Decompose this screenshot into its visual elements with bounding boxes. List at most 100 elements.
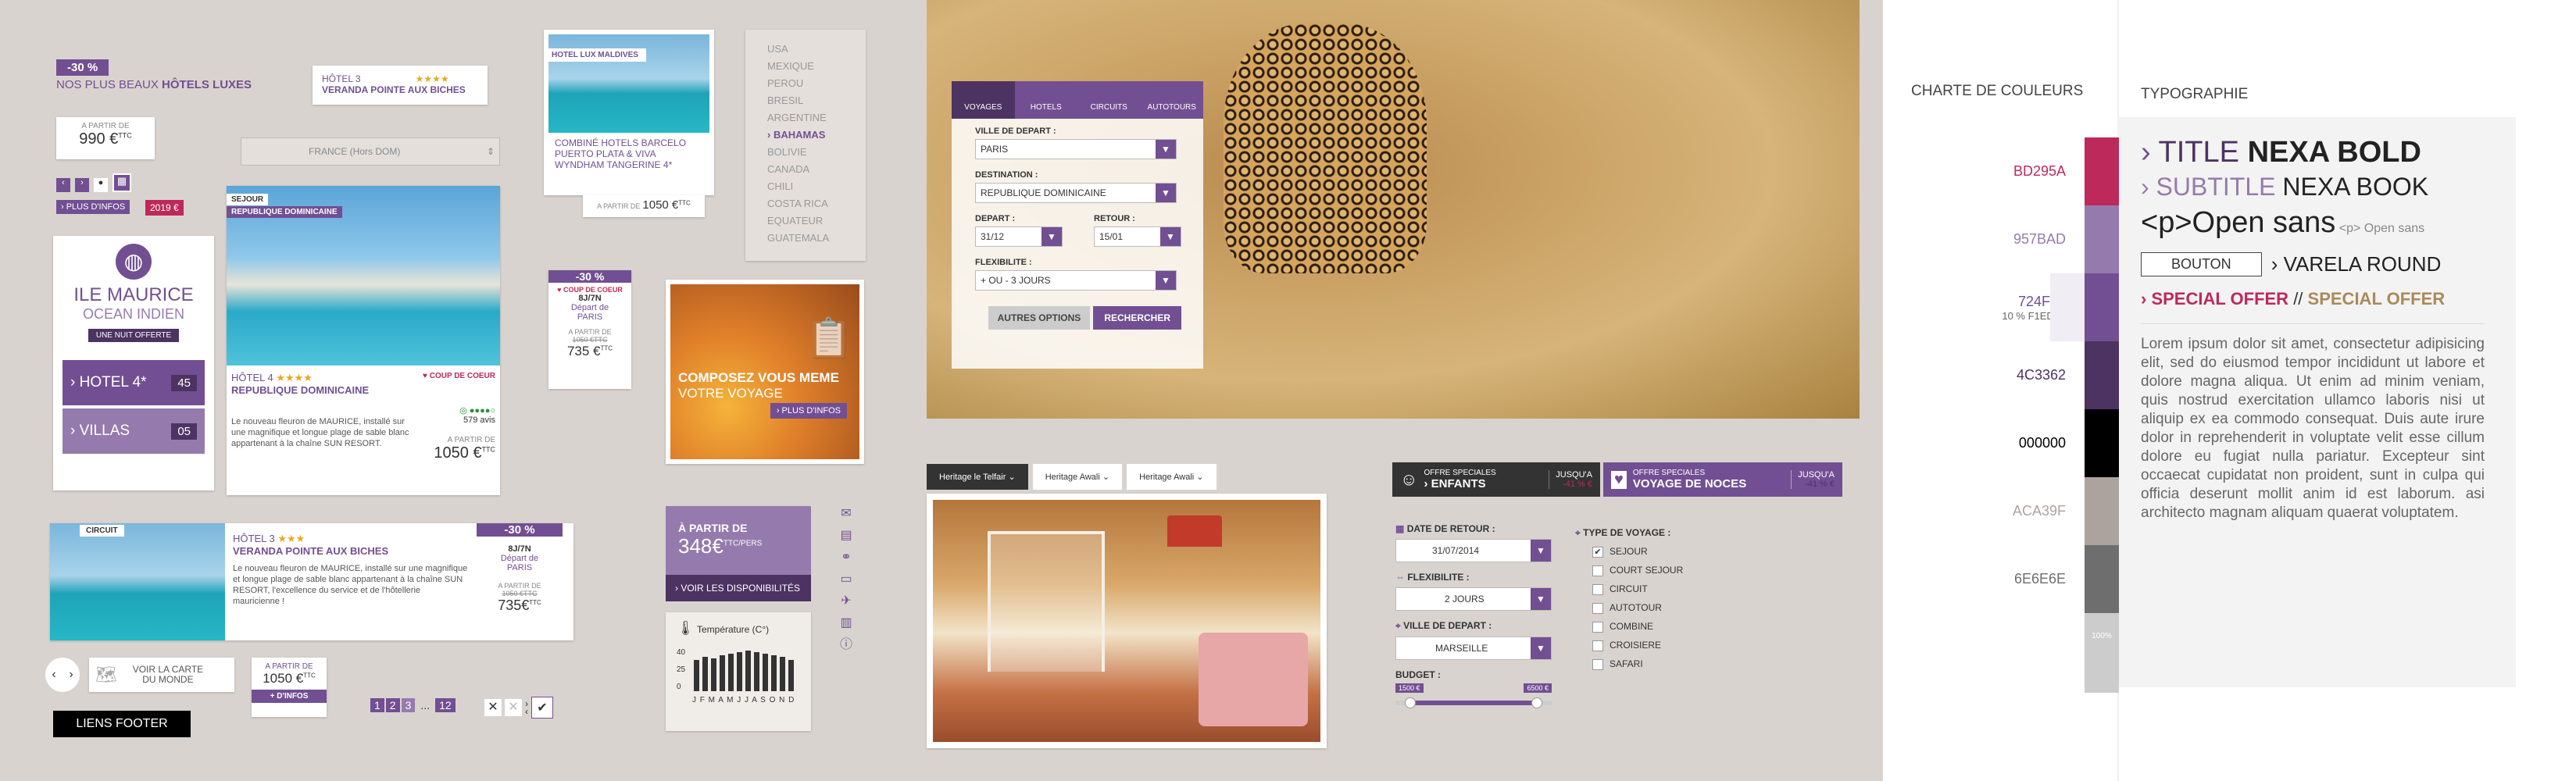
more-options-button[interactable]: AUTRES OPTIONS [988, 306, 1091, 330]
checkbox[interactable] [1592, 565, 1603, 576]
maurice-item-villas[interactable]: › VILLAS 05 [63, 408, 205, 454]
rating-card[interactable]: HÔTEL 3 ★★★★ VERANDA POINTE AUX BICHES [313, 66, 488, 105]
country-item[interactable]: ARGENTINE [767, 109, 844, 127]
country-item[interactable]: EQUATEUR [767, 212, 844, 230]
network-icon: ⚭ [841, 551, 852, 564]
country-select[interactable]: FRANCE (Hors DOM) ⇕ [241, 137, 500, 166]
chevron-left-icon[interactable]: ‹ [52, 668, 55, 682]
chevron-right-icon[interactable]: › [69, 668, 73, 682]
budget-slider[interactable]: 1500 € 6500 € [1395, 683, 1552, 715]
page-1[interactable]: 1 [370, 698, 384, 712]
trip-type-court-sejour[interactable]: COURT SEJOUR [1592, 561, 1683, 580]
tab-autotours[interactable]: AUTOTOURS [1140, 81, 1203, 119]
country-item[interactable]: CHILI [767, 178, 844, 195]
trip-type-croisiere[interactable]: CROISIERE [1592, 636, 1683, 654]
offer-children[interactable]: ☺ OFFRE SPECIALES › ENFANTS JUSQU'A -41 % … [1392, 462, 1600, 497]
chevron-updown-icon[interactable]: › ‹ [525, 699, 528, 716]
checkbox[interactable] [1592, 602, 1603, 614]
tab-hotels[interactable]: HOTELS [1014, 81, 1077, 119]
maurice-card[interactable]: ◍ ILE MAURICE OCEAN INDIEN UNE NUIT OFFE… [53, 236, 214, 490]
tab-voyages[interactable]: VOYAGES [952, 81, 1015, 119]
calendar-icon: ▦ [1395, 523, 1405, 534]
tab-circuits[interactable]: CIRCUITS [1077, 81, 1141, 119]
slider-handle-min[interactable] [1405, 697, 1416, 708]
tab-heritage-telfair[interactable]: Heritage le Telfair ⌄ [927, 464, 1028, 490]
country-item[interactable]: BOLIVIE [767, 144, 844, 161]
night-badge: UNE NUIT OFFERTE [88, 329, 180, 342]
checkbox-checked[interactable]: ✔ [1592, 546, 1603, 558]
document-icon: ▥ [840, 616, 852, 629]
trip-type-autotour[interactable]: AUTOTOUR [1592, 598, 1683, 617]
close-icon[interactable]: ✕ [484, 699, 502, 716]
availability-button[interactable]: › VOIR LES DISPONIBILITÉS [666, 575, 811, 601]
maldives-card[interactable]: HOTEL LUX MALDIVES COMBINÉ HOTELS BARCEL… [544, 30, 714, 195]
carousel-arrows[interactable]: ‹ › [45, 658, 80, 692]
filters-left: ▦ DATE DE RETOUR : 31/07/2014 ▼ ⇔ FLEXIBI… [1395, 523, 1552, 715]
swap-icon: ⇔ [1395, 572, 1405, 583]
checkbox[interactable] [1592, 658, 1603, 670]
color-swatches: BD295A 957BAD 724F92 10 % F1EDF4 4C3362 0… [1906, 137, 2119, 693]
search-panel: VOYAGES HOTELS CIRCUITS AUTOTOURS VILLE … [952, 81, 1203, 369]
country-item[interactable]: USA [767, 41, 844, 58]
trip-type-safari[interactable]: SAFARI [1592, 654, 1683, 673]
country-item[interactable]: COSTA RICA [767, 195, 844, 212]
maurice-item-hotel[interactable]: › HOTEL 4* 45 [63, 360, 205, 405]
destination-select[interactable]: REPUBLIQUE DOMINICAINE ▼ [975, 183, 1177, 203]
checkbox[interactable] [1592, 640, 1603, 651]
trip-type-sejour[interactable]: ✔ SEJOUR [1592, 542, 1683, 561]
wide-hotel-card[interactable]: CIRCUIT HÔTEL 3 ★★★ VERANDA POINTE AUX B… [50, 523, 573, 640]
slider-handle-max[interactable] [1531, 697, 1542, 708]
search-button[interactable]: RECHERCHER [1093, 306, 1181, 330]
flexibility-select[interactable]: + OU - 3 JOURS ▼ [975, 270, 1177, 291]
swatch-row: 100% [1906, 613, 2119, 693]
chevron-down-icon: ▼ [1041, 227, 1062, 246]
page-2[interactable]: 2 [385, 698, 400, 712]
check-icon[interactable]: ✔ [531, 697, 553, 719]
chevron-updown-icon: ⇕ [486, 146, 495, 157]
small-deal-card[interactable]: -30 % ♥ COUP DE COEUR 8J/7N Départ de PA… [548, 270, 631, 389]
offer-honeymoon[interactable]: ♥ OFFRE SPECIALES VOYAGE DE NOCES JUSQU'A… [1603, 462, 1842, 497]
trip-type-circuit[interactable]: CIRCUIT [1592, 580, 1683, 598]
return-date-input[interactable]: 15/01 ▼ [1094, 226, 1181, 247]
country-item[interactable]: BRESIL [767, 92, 844, 109]
swatch-row: 724F92 10 % F1EDF4 [1906, 273, 2119, 341]
country-item[interactable]: CANADA [767, 161, 844, 178]
tab-heritage-awali-2[interactable]: Heritage Awali ⌄ [1127, 464, 1217, 490]
trip-type-combine[interactable]: COMBINE [1592, 617, 1683, 636]
calendar-heart-icon: ♥ [1611, 470, 1627, 489]
tripadvisor-rating-icon: ◎ ●●●●○ [459, 406, 495, 415]
footer-links-button[interactable]: LIENS FOOTER [53, 711, 191, 737]
checkbox[interactable] [1592, 583, 1603, 595]
prev-icon[interactable]: ‹ [56, 178, 70, 192]
page-3[interactable]: 3 [401, 698, 416, 712]
swatch-row: ACA39F [1906, 477, 2119, 545]
close-icon[interactable]: ✕ [505, 699, 522, 716]
calendar-icon[interactable]: ▦ [113, 173, 131, 192]
return-date-field[interactable]: 31/07/2014 ▼ [1395, 539, 1552, 562]
sample-button[interactable]: BOUTON [2141, 252, 2262, 276]
hotel-tabs: Heritage le Telfair ⌄ Heritage Awali ⌄ H… [927, 464, 1217, 490]
info-button[interactable]: + D'INFOS [252, 690, 327, 703]
world-map-button[interactable]: 🗺 VOIR LA CARTE DU MONDE [89, 658, 234, 692]
compose-info-button[interactable]: › PLUS D'INFOS [770, 403, 847, 419]
small-price-card[interactable]: A PARTIR DE 1050 €TTC + D'INFOS [252, 658, 327, 717]
compose-card[interactable]: 📋 COMPOSEZ VOUS MEME VOTRE VOYAGE › PLUS… [666, 280, 864, 464]
checkbox[interactable] [1592, 621, 1603, 633]
country-item[interactable]: PEROU [767, 75, 844, 92]
chevron-down-icon: ▼ [1160, 227, 1181, 246]
page-12[interactable]: 12 [435, 698, 456, 712]
flexibility-field[interactable]: 2 JOURS ▼ [1395, 587, 1552, 611]
departure-city-field[interactable]: MARSEILLE ▼ [1395, 637, 1552, 660]
next-icon[interactable]: › [75, 178, 89, 192]
country-item-selected[interactable]: › BAHAMAS [767, 127, 844, 144]
departure-city-select[interactable]: PARIS ▼ [975, 139, 1177, 159]
dot-icon[interactable]: ● [94, 178, 108, 192]
year-badge: 2019 € [145, 200, 184, 216]
hotel-card[interactable]: SEJOUR REPUBLIQUE DOMINICAINE HÔTEL 4 ★★… [227, 186, 500, 495]
tab-heritage-awali[interactable]: Heritage Awali ⌄ [1032, 464, 1123, 490]
country-item[interactable]: GUATEMALA [767, 230, 844, 247]
depart-date-input[interactable]: 31/12 ▼ [975, 226, 1063, 247]
country-item[interactable]: MEXIQUE [767, 58, 844, 75]
room-photo [933, 500, 1320, 742]
more-info-button[interactable]: › PLUS D'INFOS [56, 200, 130, 214]
